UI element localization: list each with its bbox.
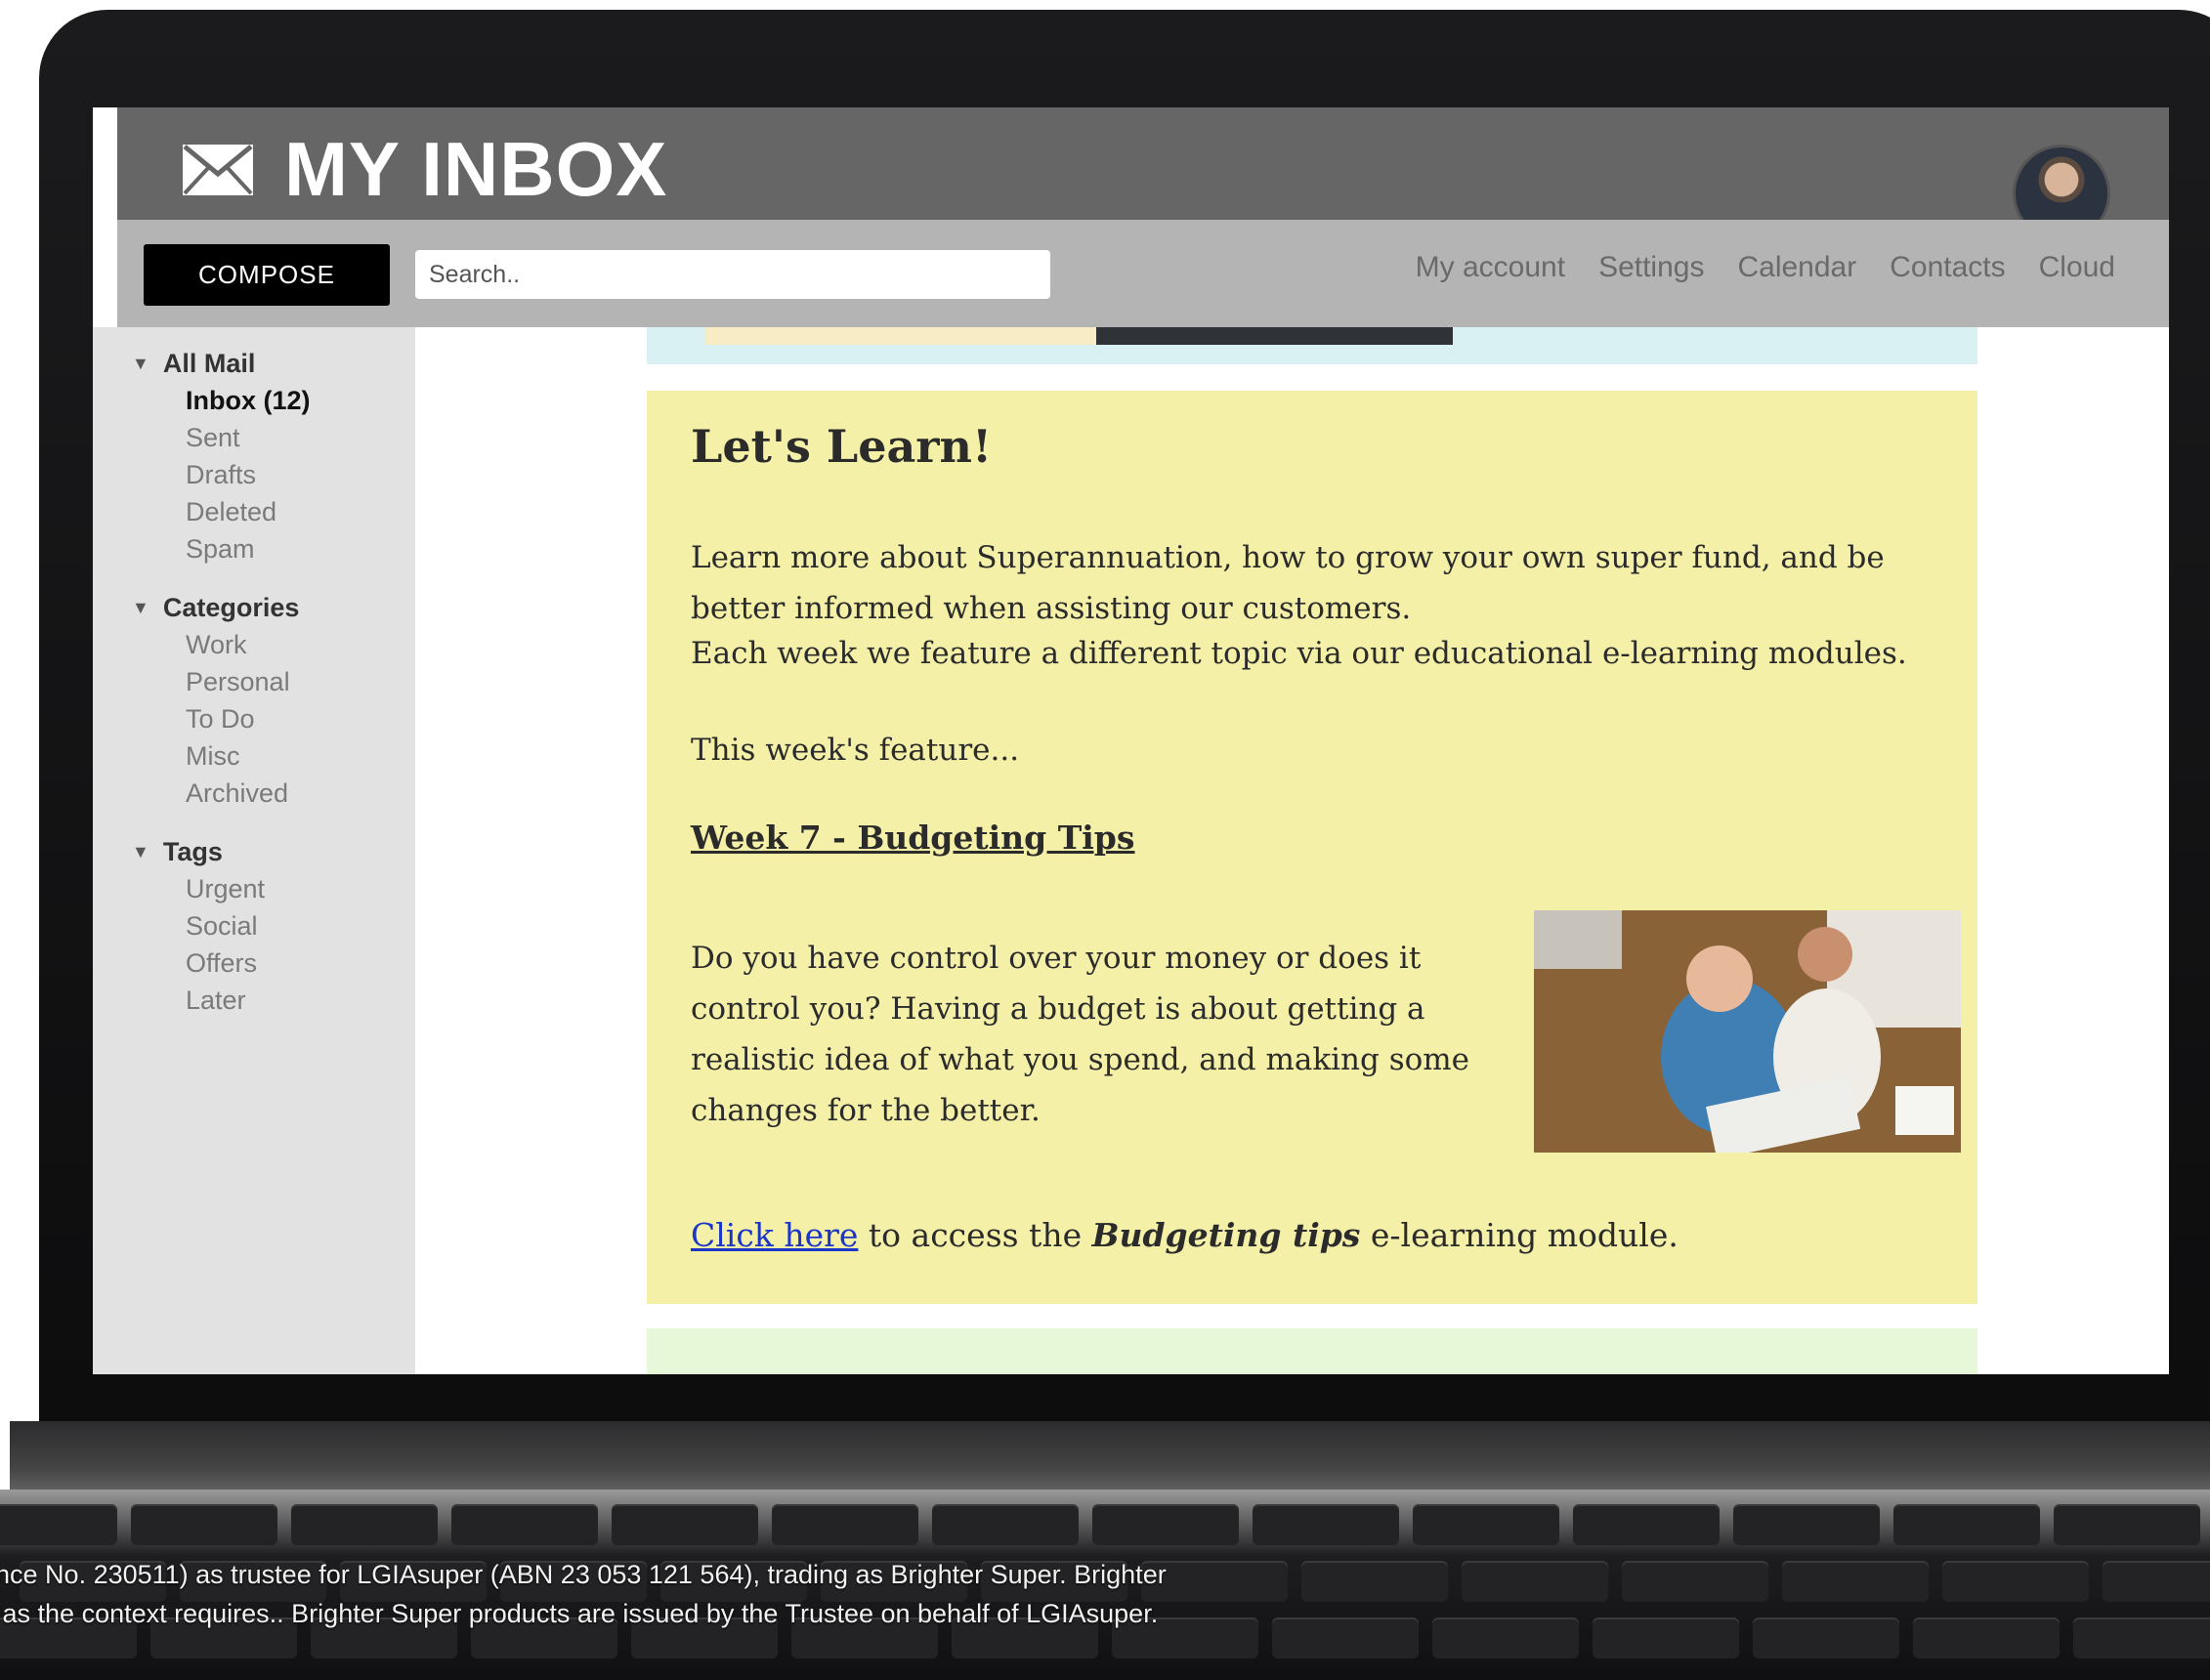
nav-link-cloud[interactable]: Cloud (2039, 251, 2115, 284)
caret-down-icon: ▼ (132, 353, 149, 373)
laptop-hinge (10, 1421, 2210, 1499)
nav-link-settings[interactable]: Settings (1598, 251, 1704, 284)
search-input[interactable] (415, 250, 1050, 299)
nav-links: My account Settings Calendar Contacts Cl… (1416, 251, 2115, 284)
email-heading: Let's Learn! (691, 420, 993, 473)
sidebar-item-spam[interactable]: Spam (132, 530, 311, 567)
cta-text: to access the (858, 1216, 1092, 1254)
budget-paragraph: Do you have control over your money or d… (691, 941, 1470, 1128)
sidebar-item-offers[interactable]: Offers (132, 945, 311, 982)
folder-group-tags: ▼ Tags Urgent Social Offers Later (132, 833, 311, 1019)
cta-line: Click here to access the Budgeting tips … (691, 1216, 1679, 1254)
cta-module-name: Budgeting tips (1091, 1216, 1361, 1254)
app-header: MY INBOX (117, 107, 2169, 242)
next-email-section (647, 1328, 1977, 1374)
sidebar-item-social[interactable]: Social (132, 907, 311, 945)
folder-group-header[interactable]: ▼ Tags (132, 833, 311, 870)
nav-link-my-account[interactable]: My account (1416, 251, 1565, 284)
sidebar-item-work[interactable]: Work (132, 626, 311, 663)
previous-section-image (1096, 327, 1453, 345)
sidebar: ▼ All Mail Inbox (12) Sent Drafts Delete… (93, 327, 416, 1374)
weekly-paragraph: Each week we feature a different topic v… (691, 636, 1907, 671)
disclaimer-overlay: ence No. 230511) as trustee for LGIAsupe… (0, 1555, 1544, 1633)
sidebar-item-inbox[interactable]: Inbox (12) (132, 382, 311, 419)
feature-intro: This week's feature... (691, 733, 1020, 768)
nav-link-calendar[interactable]: Calendar (1737, 251, 1856, 284)
folder-group-categories: ▼ Categories Work Personal To Do Misc Ar… (132, 589, 311, 812)
previous-section-banner (705, 327, 1096, 345)
cta-text-end: e-learning module. (1360, 1216, 1679, 1254)
caret-down-icon: ▼ (132, 841, 149, 861)
sidebar-item-later[interactable]: Later (132, 982, 311, 1019)
disclaimer-line: ence No. 230511) as trustee for LGIAsupe… (0, 1560, 1167, 1589)
click-here-link[interactable]: Click here (691, 1216, 858, 1254)
compose-button[interactable]: COMPOSE (144, 244, 390, 306)
sidebar-item-drafts[interactable]: Drafts (132, 456, 311, 493)
sidebar-item-urgent[interactable]: Urgent (132, 870, 311, 907)
disclaimer-line: e as the context requires.. Brighter Sup… (0, 1599, 1159, 1628)
budgeting-photo (1534, 910, 1961, 1153)
sidebar-item-sent[interactable]: Sent (132, 419, 311, 456)
app-title: MY INBOX (284, 126, 668, 212)
folder-group-label: All Mail (162, 348, 256, 378)
folder-tree: ▼ All Mail Inbox (12) Sent Drafts Delete… (132, 345, 311, 1040)
week-heading: Week 7 - Budgeting Tips (691, 819, 1135, 857)
intro-paragraph: Learn more about Superannuation, how to … (691, 540, 1885, 626)
sidebar-item-misc[interactable]: Misc (132, 737, 311, 775)
folder-group-header[interactable]: ▼ All Mail (132, 345, 311, 382)
caret-down-icon: ▼ (132, 597, 149, 617)
nav-bar: COMPOSE My account Settings Calendar Con… (117, 220, 2169, 327)
nav-link-contacts[interactable]: Contacts (1890, 251, 2005, 284)
laptop-screen: MY INBOX COMPOSE My account Settings Cal… (93, 107, 2169, 1374)
sidebar-item-archived[interactable]: Archived (132, 775, 311, 812)
sidebar-item-to-do[interactable]: To Do (132, 700, 311, 737)
sidebar-item-personal[interactable]: Personal (132, 663, 311, 700)
folder-group-label: Tags (162, 836, 223, 866)
folder-group-all-mail: ▼ All Mail Inbox (12) Sent Drafts Delete… (132, 345, 311, 567)
app-brand: MY INBOX (181, 125, 667, 214)
folder-group-label: Categories (162, 592, 300, 622)
folder-group-header[interactable]: ▼ Categories (132, 589, 311, 626)
envelope-icon (181, 143, 255, 197)
lets-learn-card: Let's Learn! Learn more about Superannua… (647, 391, 1977, 1304)
previous-email-section (647, 327, 1977, 364)
email-body: Let's Learn! Learn more about Superannua… (415, 327, 2169, 1374)
sidebar-item-deleted[interactable]: Deleted (132, 493, 311, 530)
